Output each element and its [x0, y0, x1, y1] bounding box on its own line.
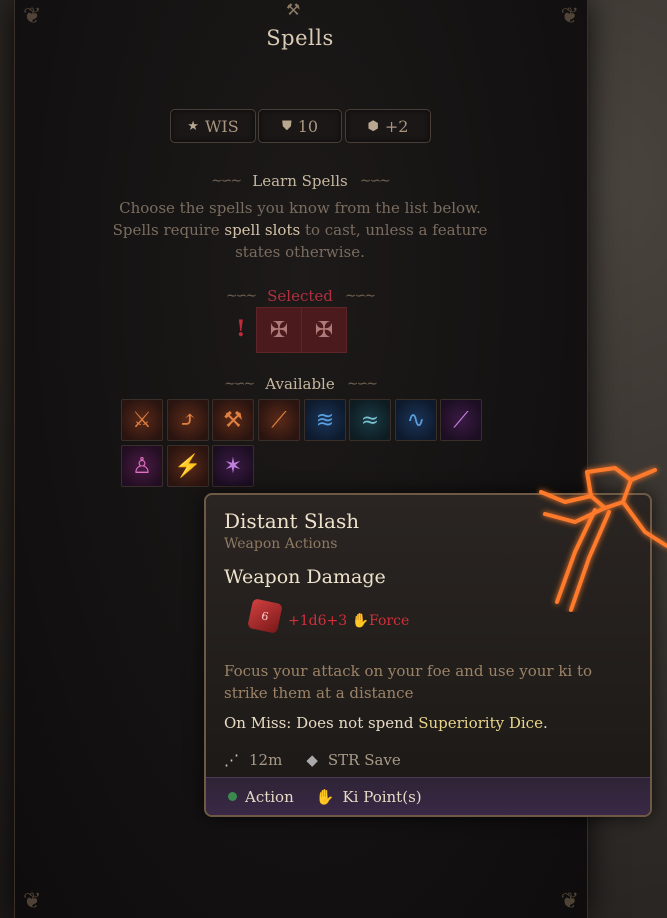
range-icon: ⋰	[224, 751, 239, 769]
water-wave-icon[interactable]: ≋	[304, 399, 346, 441]
flourish-right-icon: ∼∽∼	[359, 173, 391, 189]
learn-spells-description: Choose the spells you know from the list…	[110, 197, 490, 263]
spell-description: Focus your attack on your foe and use yo…	[224, 662, 593, 702]
miss-prefix: On Miss: Does not spend	[224, 714, 419, 732]
purple-slash-icon[interactable]: ⟋	[440, 399, 482, 441]
corner-ornament-icon: ❦	[560, 889, 579, 914]
crossed-axes-icon: ⚒	[286, 0, 301, 19]
cross-icon: ✠	[314, 317, 334, 343]
action-icon	[228, 792, 237, 801]
flourish-left-icon: ∼∽∼	[225, 288, 257, 304]
wind-gust-icon[interactable]: ≈	[349, 399, 391, 441]
hammer-strike-icon[interactable]: ⚒	[212, 399, 254, 441]
distant-slash-icon[interactable]: ⚡	[167, 445, 209, 487]
spell-slots-keyword[interactable]: spell slots	[224, 221, 300, 239]
stat-label: +2	[384, 116, 409, 136]
water-whip-icon[interactable]: ∿	[395, 399, 437, 441]
cost-resource: Ki Point(s)	[342, 787, 422, 806]
empty-spell-slot[interactable]: ✠	[301, 307, 347, 353]
selected-heading: ∼∽∼ Selected ∼∽∼	[0, 287, 600, 305]
cost-footer: Action ✋ Ki Point(s)	[206, 777, 650, 815]
damage-type: Force	[369, 613, 410, 629]
miss-suffix: .	[542, 714, 548, 732]
on-miss-text: On Miss: Does not spend Superiority Dice…	[224, 714, 548, 732]
leaping-strike-icon[interactable]: ⤴	[167, 399, 209, 441]
force-icon: ✋	[351, 613, 370, 629]
range-value: 12m	[249, 751, 283, 769]
spell-dc-badge[interactable]: ⛊ 10	[258, 109, 342, 143]
ability-stat-badge[interactable]: ★ WIS	[170, 109, 256, 143]
cost-action: Action	[245, 787, 294, 806]
available-heading: ∼∽∼ Available ∼∽∼	[0, 375, 600, 393]
flourish-left-icon: ∼∽∼	[211, 173, 242, 189]
d6-dice-icon: 6	[247, 598, 283, 634]
slashing-blade-icon[interactable]: ⟋	[258, 399, 300, 441]
learn-spells-heading: ∼∽∼ Learn Spells ∼∽∼	[0, 172, 600, 190]
cross-icon: ✠	[269, 317, 289, 343]
heading-text: Selected	[267, 287, 333, 305]
sword-strike-icon[interactable]: ⚔	[121, 399, 163, 441]
save-icon: ◆	[306, 751, 318, 769]
heading-text: Learn Spells	[252, 172, 348, 190]
spell-category: Weapon Actions	[224, 536, 338, 552]
figure-icon[interactable]: ♙	[121, 445, 163, 487]
d20-icon: ⬢	[367, 118, 379, 134]
distant-slash-large-icon	[539, 466, 667, 612]
flourish-left-icon: ∼∽∼	[224, 376, 255, 392]
damage-value: +1d6+3	[288, 613, 348, 629]
damage-section-title: Weapon Damage	[224, 566, 386, 588]
heading-text: Available	[265, 375, 335, 393]
flourish-right-icon: ∼∽∼	[346, 376, 378, 392]
warning-icon: !	[236, 316, 246, 342]
spell-attack-badge[interactable]: ⬢ +2	[345, 109, 431, 143]
page-title: Spells	[266, 26, 334, 50]
flourish-right-icon: ∼∽∼	[344, 288, 376, 304]
damage-line: +1d6+3 ✋Force	[288, 613, 409, 629]
save-value: STR Save	[327, 751, 401, 769]
spell-name: Distant Slash	[224, 509, 360, 533]
purple-figures-icon[interactable]: ✶	[212, 445, 254, 487]
stat-label: 10	[297, 116, 319, 136]
shield-icon: ⛊	[281, 118, 292, 134]
star-icon: ★	[187, 118, 199, 134]
empty-spell-slot[interactable]: ✠	[256, 307, 302, 353]
stat-label: WIS	[204, 116, 239, 136]
spell-meta: ⋰ 12m ◆ STR Save	[224, 751, 401, 769]
corner-ornament-icon: ❦	[23, 889, 42, 914]
ki-point-icon: ✋	[315, 787, 335, 806]
superiority-dice-keyword[interactable]: Superiority Dice	[418, 714, 543, 732]
